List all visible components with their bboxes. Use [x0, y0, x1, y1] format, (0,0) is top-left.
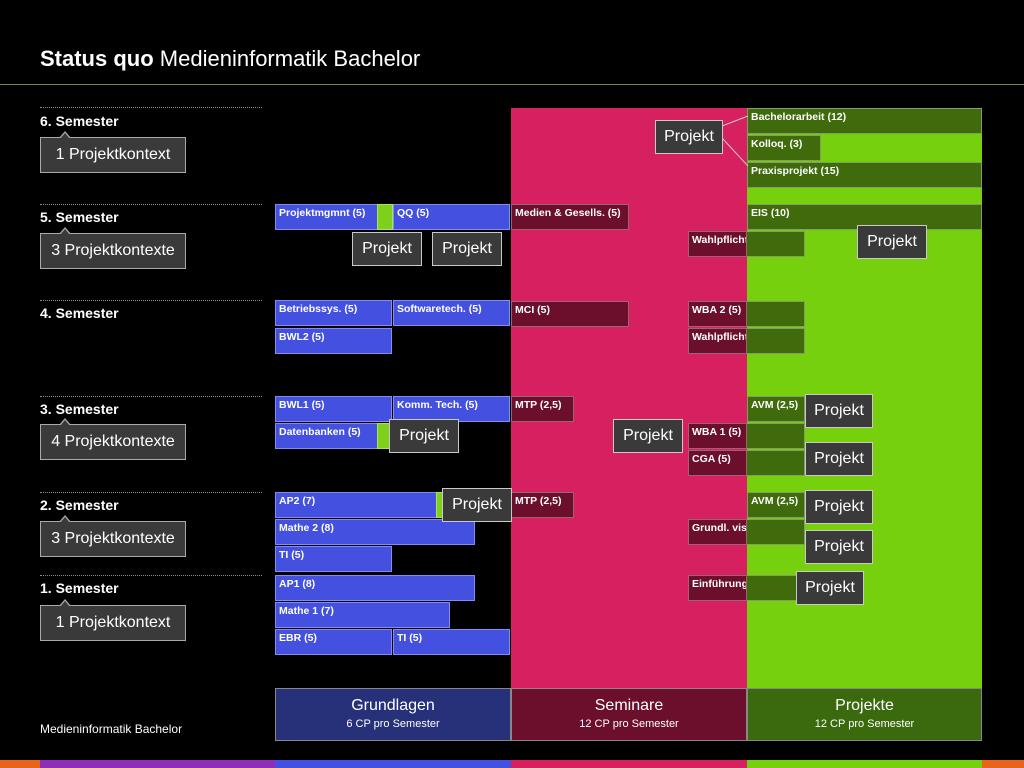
semester-divider — [40, 107, 262, 108]
projekt-marker — [377, 204, 393, 230]
module-mtp-2[interactable]: MTP (2,5) — [511, 492, 574, 518]
seminare-footer: Seminare 12 CP pro Semester — [511, 688, 747, 741]
module-qq[interactable]: QQ (5) — [393, 204, 510, 230]
semester-5-label: 5. Semester — [40, 209, 119, 225]
bottom-bar-segment — [0, 760, 40, 768]
projekt-callout[interactable]: Projekt — [805, 530, 873, 564]
module-mci[interactable]: MCI (5) — [511, 301, 629, 327]
bottom-bar-segment — [747, 760, 982, 768]
module-mtp-3[interactable]: MTP (2,5) — [511, 396, 574, 422]
bottom-bar-segment — [982, 760, 1024, 768]
projekt-callout[interactable]: Projekt — [442, 488, 512, 522]
semester-6-label: 6. Semester — [40, 113, 119, 129]
footer-note: Medieninformatik Bachelor — [40, 722, 183, 736]
module-ebr[interactable]: EBR (5) — [275, 629, 392, 655]
bottom-bar-segment — [511, 760, 747, 768]
projekt-callout[interactable]: Projekt — [805, 442, 873, 476]
grundlagen-title: Grundlagen — [351, 697, 435, 714]
seminare-title: Seminare — [594, 697, 664, 714]
projekte-sub: 12 CP pro Semester — [814, 718, 915, 730]
module-wba2[interactable]: WBA 2 (5) — [688, 301, 747, 327]
projekt-callout[interactable]: Projekt — [805, 490, 873, 524]
grundlagen-sub: 6 CP pro Semester — [346, 718, 440, 730]
semester-divider — [40, 492, 262, 493]
module-bwl1[interactable]: BWL1 (5) — [275, 396, 392, 422]
semester-2-label: 2. Semester — [40, 497, 119, 513]
semester-6-context: 1 Projektkontext — [40, 131, 186, 173]
projekt-callout[interactable]: Projekt — [352, 232, 422, 266]
module-cga[interactable]: CGA (5) — [688, 450, 747, 476]
module-ap2[interactable]: AP2 (7) — [275, 492, 437, 518]
module-softwaretech[interactable]: Softwaretech. (5) — [393, 300, 510, 326]
projekt-callout[interactable]: Projekt — [655, 120, 723, 154]
semester-4-label: 4. Semester — [40, 305, 119, 321]
page-title: Status quo Medieninformatik Bachelor — [40, 46, 420, 72]
module-ap1[interactable]: AP1 (8) — [275, 575, 475, 601]
semester-3-context: 4 Projektkontexte — [40, 418, 186, 460]
module-wahlpf5[interactable]: Wahlpflichtm. (5) — [688, 231, 747, 257]
module-cga-ext — [747, 450, 805, 476]
semester-5-context: 3 Projektkontexte — [40, 227, 186, 269]
callout-connector — [722, 115, 749, 167]
module-einfuehrung[interactable]: Einführung MI (5) — [688, 575, 747, 601]
module-ti-2[interactable]: TI (5) — [393, 629, 510, 655]
projekt-callout[interactable]: Projekt — [796, 571, 864, 605]
title-divider — [0, 84, 1024, 85]
module-wba2-ext — [747, 301, 805, 327]
projekt-callout[interactable]: Projekt — [613, 419, 683, 453]
projekt-callout[interactable]: Projekt — [857, 225, 927, 259]
projekt-callout[interactable]: Projekt — [432, 232, 502, 266]
bottom-bar-segment — [275, 760, 511, 768]
semester-2-context: 3 Projektkontexte — [40, 515, 186, 557]
module-ti[interactable]: TI (5) — [275, 546, 392, 572]
module-medien[interactable]: Medien & Gesells. (5) — [511, 204, 629, 230]
module-wba1[interactable]: WBA 1 (5) — [688, 423, 747, 449]
semester-divider — [40, 396, 262, 397]
semester-1-label: 1. Semester — [40, 580, 119, 596]
semester-divider — [40, 204, 262, 205]
title-rest: Medieninformatik Bachelor — [159, 46, 421, 71]
module-bachelorarbeit[interactable]: Bachelorarbeit (12) — [747, 108, 982, 134]
module-datenbanken[interactable]: Datenbanken (5) — [275, 423, 378, 449]
module-praxisprojekt[interactable]: Praxisprojekt (15) — [747, 162, 982, 188]
module-wba1-ext — [747, 423, 805, 449]
semester-divider — [40, 300, 262, 301]
module-avm-2[interactable]: AVM (2,5) — [747, 492, 805, 518]
bottom-bar-segment — [40, 760, 275, 768]
semester-1-context: 1 Projektkontext — [40, 599, 186, 641]
module-mathe2[interactable]: Mathe 2 (8) — [275, 519, 475, 545]
projekt-callout[interactable]: Projekt — [389, 419, 459, 453]
module-grundlvis[interactable]: Grundl. vis. Kom. (5) — [688, 519, 747, 545]
title-bold: Status quo — [40, 46, 154, 71]
module-grundlvis-ext — [747, 519, 805, 545]
projekte-title: Projekte — [835, 697, 894, 714]
module-kolloq[interactable]: Kolloq. (3) — [747, 135, 821, 161]
module-betriebssys[interactable]: Betriebssys. (5) — [275, 300, 392, 326]
projekte-footer: Projekte 12 CP pro Semester — [747, 688, 982, 741]
semester-3-label: 3. Semester — [40, 401, 119, 417]
semester-divider — [40, 575, 262, 576]
projekt-callout[interactable]: Projekt — [805, 394, 873, 428]
module-mathe1[interactable]: Mathe 1 (7) — [275, 602, 450, 628]
module-avm-3[interactable]: AVM (2,5) — [747, 396, 805, 422]
grundlagen-footer: Grundlagen 6 CP pro Semester — [275, 688, 511, 741]
module-wahlpf4[interactable]: Wahlpflichtm. (5) — [688, 328, 747, 354]
module-bwl2[interactable]: BWL2 (5) — [275, 328, 392, 354]
module-projektmgmt[interactable]: Projektmgmnt (5) — [275, 204, 378, 230]
module-wahlpf4-ext — [747, 328, 805, 354]
seminare-sub: 12 CP pro Semester — [579, 718, 679, 730]
module-wahlpf5-ext — [747, 231, 805, 257]
